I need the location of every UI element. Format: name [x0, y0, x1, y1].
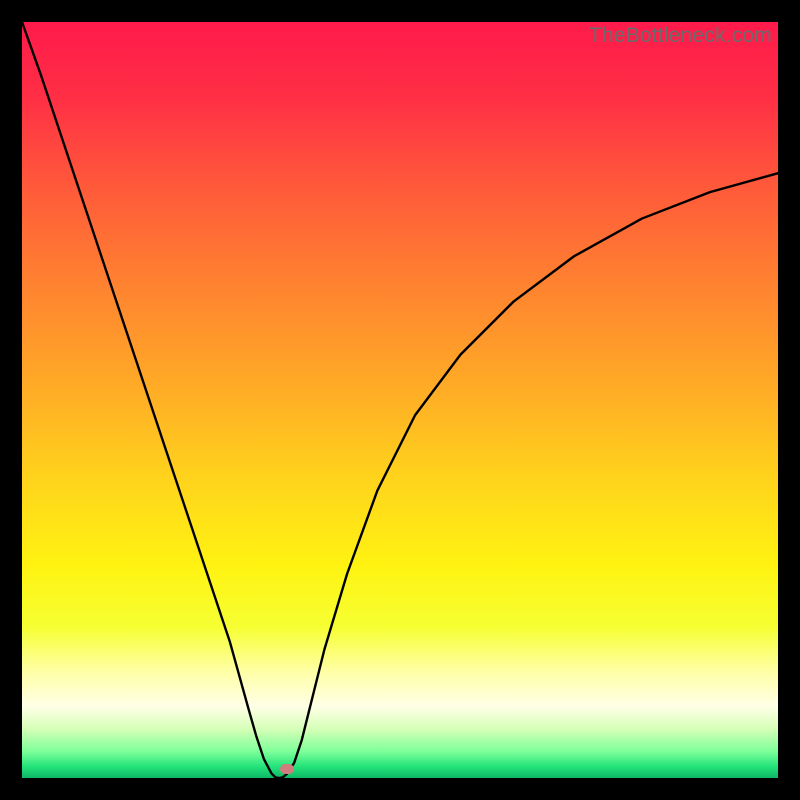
chart-frame: TheBottleneck.com [22, 22, 778, 778]
optimum-marker [280, 764, 294, 774]
bottleneck-plot [22, 22, 778, 778]
watermark-text: TheBottleneck.com [589, 24, 772, 48]
gradient-background [22, 22, 778, 778]
